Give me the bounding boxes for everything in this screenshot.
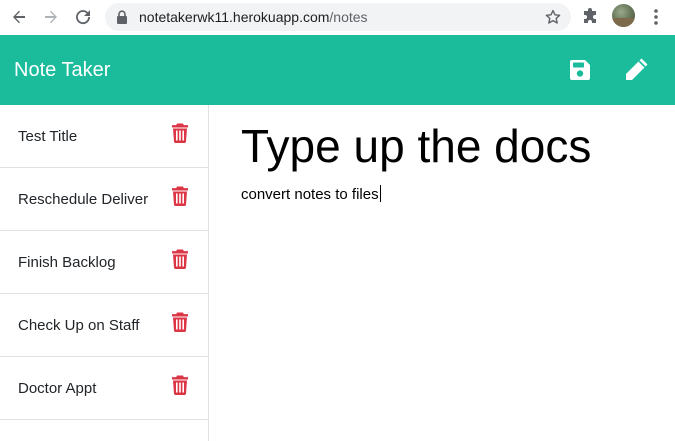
list-item[interactable]: Test Title — [0, 105, 208, 168]
note-title[interactable]: Check Up on Staff — [18, 317, 139, 334]
note-editor: Type up the docs convert notes to files — [209, 105, 675, 441]
reload-icon — [76, 10, 91, 25]
text-caret — [379, 185, 381, 202]
star-icon[interactable] — [545, 9, 561, 25]
save-icon — [570, 60, 590, 80]
note-title[interactable]: Reschedule Deliver — [18, 191, 148, 208]
puzzle-icon[interactable] — [581, 7, 601, 27]
brand-title[interactable]: Note Taker — [14, 59, 110, 82]
trash-icon[interactable] — [171, 186, 189, 206]
address-bar[interactable]: notetakerwk11.herokuapp.com/notes — [105, 3, 571, 31]
app-navbar: Note Taker — [0, 35, 675, 105]
url-text: notetakerwk11.herokuapp.com/notes — [139, 9, 368, 25]
url-host: notetakerwk11.herokuapp.com — [139, 9, 330, 25]
trash-icon[interactable] — [171, 249, 189, 269]
profile-avatar[interactable] — [612, 4, 635, 27]
list-item[interactable]: Check Up on Staff — [0, 294, 208, 357]
note-title[interactable]: Doctor Appt — [18, 380, 96, 397]
url-path: /notes — [329, 9, 368, 25]
trash-icon[interactable] — [171, 312, 189, 332]
list-item[interactable]: Reschedule Deliver — [0, 168, 208, 231]
browser-toolbar: notetakerwk11.herokuapp.com/notes — [0, 0, 675, 35]
pencil-icon — [626, 58, 648, 80]
arrow-right-icon — [45, 10, 57, 24]
trash-icon[interactable] — [171, 123, 189, 143]
note-title-input[interactable]: Type up the docs — [241, 119, 591, 173]
note-title[interactable]: Finish Backlog — [18, 254, 116, 271]
note-textarea[interactable]: convert notes to files — [241, 185, 381, 203]
note-text: convert notes to files — [241, 186, 379, 203]
lock-icon — [117, 10, 127, 24]
reload-button[interactable] — [72, 6, 94, 28]
save-note-button[interactable] — [566, 56, 594, 84]
notes-list: Test Title Reschedule Deliver Finish Bac… — [0, 105, 209, 441]
arrow-left-icon — [13, 10, 25, 24]
forward-button[interactable] — [40, 6, 62, 28]
back-button[interactable] — [8, 6, 30, 28]
new-note-button[interactable] — [621, 55, 651, 85]
list-item[interactable]: Doctor Appt — [0, 357, 208, 420]
note-title[interactable]: Test Title — [18, 128, 77, 145]
list-item[interactable]: Finish Backlog — [0, 231, 208, 294]
trash-icon[interactable] — [171, 375, 189, 395]
more-vert-icon[interactable] — [650, 7, 662, 27]
